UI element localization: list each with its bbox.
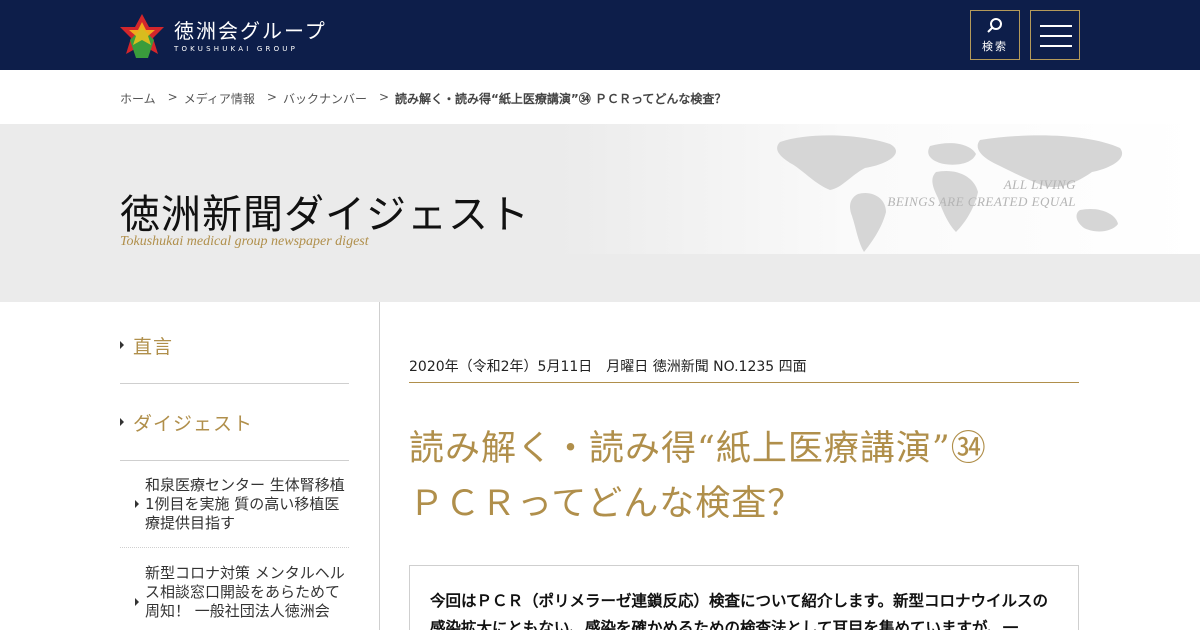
chevron-right-icon (120, 341, 124, 349)
chevron-right-icon (120, 418, 124, 426)
chevron-right-icon (135, 500, 139, 508)
sidebar-section-label: 直言 (133, 336, 174, 358)
article-lead-text: 今回はＰＣＲ（ポリメラーゼ連鎖反応）検査について紹介します。新型コロナウイルスの… (430, 592, 1048, 630)
hamburger-line (1040, 45, 1072, 47)
breadcrumb-current: 読み解く・読み得“紙上医療講演”㉞ ＰＣＲってどんな検査？ (395, 92, 727, 106)
breadcrumb-backnumber[interactable]: バックナンバー (283, 90, 367, 107)
chevron-right-icon (135, 598, 139, 606)
sidebar-list-item-label: 新型コロナ対策 メンタルヘルス相談窓口開設をあらためて周知！ 一般社団法人徳洲会 (145, 564, 345, 620)
sidebar-item-divider (120, 547, 349, 548)
menu-button[interactable] (1030, 10, 1080, 60)
page-hero: 徳洲新聞ダイジェスト Tokushukai medical group news… (0, 124, 1200, 302)
article-meta: 2020年（令和2年）5月11日 月曜日 徳洲新聞 NO.1235 四面 (409, 359, 807, 375)
breadcrumb-home[interactable]: ホーム (120, 90, 156, 107)
hero-tagline: ALL LIVING BEINGS ARE CREATED EQUAL (760, 176, 1076, 210)
breadcrumb: ホーム > メディア情報 > バックナンバー > 読み解く・読み得“紙上医療講演… (120, 90, 726, 107)
hamburger-icon (1040, 25, 1072, 27)
page-subtitle: Tokushukai medical group newspaper diges… (120, 234, 369, 249)
sidebar-section-digest[interactable]: ダイジェスト (120, 409, 253, 436)
sidebar-list-item[interactable]: 和泉医療センター 生体腎移植1例目を実施 質の高い移植医療提供目指す (120, 476, 349, 533)
article-lead-box: 今回はＰＣＲ（ポリメラーゼ連鎖反応）検査について紹介します。新型コロナウイルスの… (409, 565, 1079, 630)
hero-tagline-line2: BEINGS ARE CREATED EQUAL (887, 194, 1076, 209)
breadcrumb-media[interactable]: メディア情報 (184, 90, 255, 107)
site-header: 徳洲会グループ TOKUSHUKAI GROUP 検索 (0, 0, 1200, 70)
article-title-line2: ＰＣＲってどんな検査？ (409, 484, 804, 524)
search-label: 検索 (982, 40, 1008, 53)
page-title: 徳洲新聞ダイジェスト (120, 192, 530, 238)
sidebar: 直言 ダイジェスト 和泉医療センター 生体腎移植1例目を実施 質の高い移植医療提… (120, 302, 349, 630)
sidebar-section-label: ダイジェスト (133, 413, 254, 435)
sidebar-divider (120, 383, 349, 384)
breadcrumb-separator: > (378, 90, 390, 104)
hero-tagline-line1: ALL LIVING (1003, 177, 1076, 192)
logo-emblem-icon (120, 14, 164, 58)
hamburger-line (1040, 35, 1072, 37)
sidebar-divider (120, 460, 349, 461)
content-divider (379, 302, 380, 630)
sidebar-section-chokugen[interactable]: 直言 (120, 332, 173, 359)
logo-japanese-text: 徳洲会グループ (174, 18, 327, 43)
breadcrumb-separator: > (167, 90, 178, 104)
search-button[interactable]: 検索 (970, 10, 1020, 60)
sidebar-list-item-label: 和泉医療センター 生体腎移植1例目を実施 質の高い移植医療提供目指す (145, 476, 345, 532)
logo-english-text: TOKUSHUKAI GROUP (174, 44, 299, 53)
breadcrumb-separator: > (266, 90, 277, 104)
article-title: 読み解く・読み得“紙上医療講演”㉞ ＰＣＲってどんな検査？ (409, 422, 1089, 532)
site-logo[interactable]: 徳洲会グループ TOKUSHUKAI GROUP (120, 14, 340, 58)
article-title-line1: 読み解く・読み得“紙上医療講演”㉞ (409, 429, 987, 469)
search-icon (987, 18, 1002, 33)
sidebar-list-item[interactable]: 新型コロナ対策 メンタルヘルス相談窓口開設をあらためて周知！ 一般社団法人徳洲会 (120, 564, 349, 621)
article-meta-rule (409, 382, 1079, 383)
